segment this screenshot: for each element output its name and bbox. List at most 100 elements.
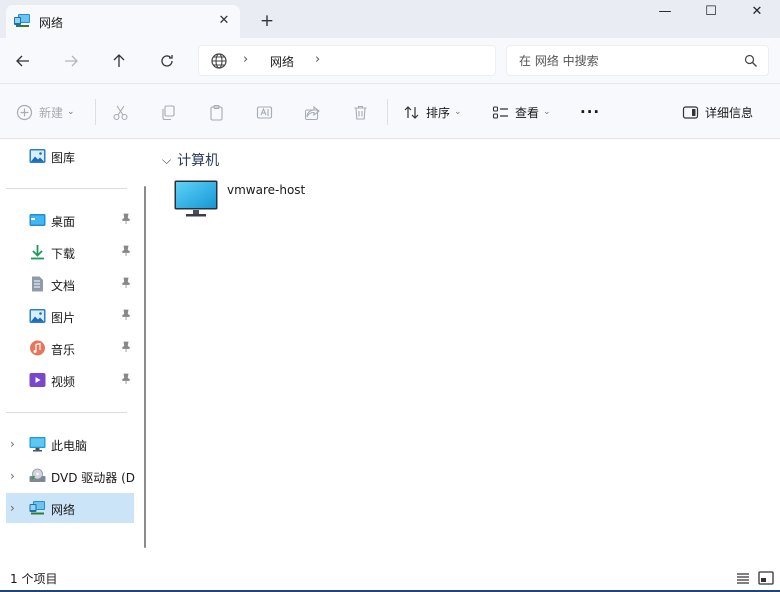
chevron-right-icon[interactable]: › — [10, 437, 15, 451]
forward-button[interactable] — [58, 48, 84, 74]
cut-button[interactable] — [112, 101, 129, 123]
file-item-vmware-host[interactable]: vmware-host — [174, 180, 314, 222]
tiles-view-icon[interactable] — [757, 569, 775, 587]
share-icon — [305, 105, 320, 120]
sidebar-item-network[interactable]: › 网络 — [6, 493, 134, 523]
pin-icon[interactable] — [120, 341, 132, 353]
search-icon[interactable] — [744, 54, 758, 68]
sidebar-item-videos[interactable]: 视频 — [6, 365, 134, 395]
trash-icon — [354, 105, 367, 120]
command-bar: 新建 ⌄ 排序 ⌄ 查看 ⌄ ··· 详细信息 — [0, 84, 780, 139]
picture-icon — [29, 309, 46, 323]
chevron-right-icon[interactable]: › — [10, 501, 15, 515]
view-label: 查看 — [515, 105, 540, 120]
sidebar-item-label: 网络 — [51, 503, 76, 517]
video-icon — [29, 373, 46, 387]
chevron-down-icon: ⌄ — [543, 107, 551, 117]
plus-circle-icon — [16, 104, 33, 120]
explorer-window: 网络 ✕ + — ☐ ✕ › 网络 › 在 网络 中搜索 新建 ⌄ 排序 ⌄ 查… — [0, 0, 780, 590]
computer-icon — [29, 437, 46, 452]
sidebar-item-downloads[interactable]: 下载 — [6, 237, 134, 267]
sidebar-item-gallery[interactable]: 图库 — [6, 141, 134, 171]
copy-button[interactable] — [160, 101, 177, 123]
status-bar: 1 个项目 — [0, 566, 780, 590]
maximize-button[interactable]: ☐ — [688, 0, 734, 28]
pin-icon[interactable] — [120, 245, 132, 257]
scissors-icon — [113, 105, 128, 120]
group-header-computer[interactable]: ⌵ 计算机 — [162, 150, 219, 170]
details-label: 详细信息 — [705, 105, 754, 120]
navigation-bar: › 网络 › — [0, 38, 780, 84]
details-view-icon[interactable] — [734, 569, 752, 587]
sidebar-item-dvd-drive[interactable]: › DVD 驱动器 (D — [6, 461, 135, 491]
sidebar-scrollbar[interactable] — [144, 186, 146, 548]
search-input[interactable] — [519, 52, 739, 70]
document-icon — [32, 276, 43, 292]
search-box[interactable] — [506, 45, 769, 76]
chevron-down-icon[interactable]: ⌵ — [162, 153, 171, 168]
chevron-right-icon[interactable]: › — [243, 52, 248, 67]
tab-network[interactable]: 网络 ✕ — [6, 5, 240, 38]
dvd-drive-icon — [29, 468, 46, 482]
chevron-right-icon[interactable]: › — [10, 469, 15, 483]
up-button[interactable] — [106, 48, 132, 74]
music-icon — [30, 340, 45, 356]
sort-button[interactable]: 排序 ⌄ — [403, 101, 462, 123]
minimize-button[interactable]: — — [642, 0, 688, 28]
sort-label: 排序 — [426, 105, 451, 120]
arrow-right-icon — [65, 55, 78, 67]
desktop-icon — [29, 214, 46, 226]
sidebar-item-this-pc[interactable]: › 此电脑 — [6, 429, 134, 459]
sort-icon — [404, 105, 419, 119]
sidebar-item-label: 此电脑 — [51, 439, 88, 453]
details-pane-icon — [682, 105, 699, 119]
share-button[interactable] — [304, 101, 321, 123]
refresh-icon — [161, 55, 173, 67]
network-icon — [29, 501, 45, 515]
file-name: vmware-host — [227, 183, 306, 197]
gallery-icon — [29, 149, 46, 163]
monitor-icon — [174, 180, 218, 217]
chevron-down-icon: ⌄ — [454, 107, 462, 117]
chevron-down-icon: ⌄ — [67, 107, 75, 117]
sidebar-item-music[interactable]: 音乐 — [6, 333, 134, 363]
item-count: 1 个项目 — [10, 572, 58, 586]
view-button[interactable]: 查看 ⌄ — [492, 101, 551, 123]
rename-icon — [256, 105, 273, 119]
paste-button[interactable] — [208, 101, 225, 123]
copy-icon — [162, 104, 175, 120]
address-location[interactable]: 网络 — [270, 53, 294, 70]
network-icon — [14, 14, 30, 27]
back-button[interactable] — [10, 48, 36, 74]
sidebar-divider — [6, 412, 127, 413]
address-bar[interactable]: › 网络 › — [198, 45, 496, 76]
sidebar-item-documents[interactable]: 文档 — [6, 269, 134, 299]
chevron-right-icon[interactable]: › — [315, 52, 320, 67]
pin-icon[interactable] — [120, 277, 132, 289]
new-label: 新建 — [39, 105, 64, 120]
sidebar-item-label: DVD 驱动器 (D — [51, 471, 135, 485]
sidebar-item-desktop[interactable]: 桌面 — [6, 205, 134, 235]
group-title: 计算机 — [177, 153, 220, 169]
pin-icon[interactable] — [120, 309, 132, 321]
download-icon — [31, 245, 44, 260]
close-window-button[interactable]: ✕ — [734, 0, 780, 28]
pin-icon[interactable] — [120, 373, 132, 385]
tab-title: 网络 — [39, 16, 64, 30]
rename-button[interactable] — [256, 101, 273, 123]
details-pane-button[interactable]: 详细信息 — [682, 101, 753, 123]
more-button[interactable]: ··· — [580, 101, 600, 123]
globe-icon — [211, 53, 227, 69]
title-bar: 网络 ✕ + — ☐ ✕ — [0, 0, 780, 38]
arrow-left-icon — [16, 55, 29, 67]
pin-icon[interactable] — [120, 213, 132, 225]
close-tab-icon[interactable]: ✕ — [214, 11, 234, 31]
delete-button[interactable] — [352, 101, 369, 123]
divider — [387, 99, 388, 125]
new-tab-button[interactable]: + — [256, 10, 278, 32]
sidebar-item-pictures[interactable]: 图片 — [6, 301, 134, 331]
refresh-button[interactable] — [154, 48, 180, 74]
divider — [95, 99, 96, 125]
sidebar-divider — [6, 188, 127, 189]
new-button[interactable]: 新建 ⌄ — [16, 101, 75, 123]
